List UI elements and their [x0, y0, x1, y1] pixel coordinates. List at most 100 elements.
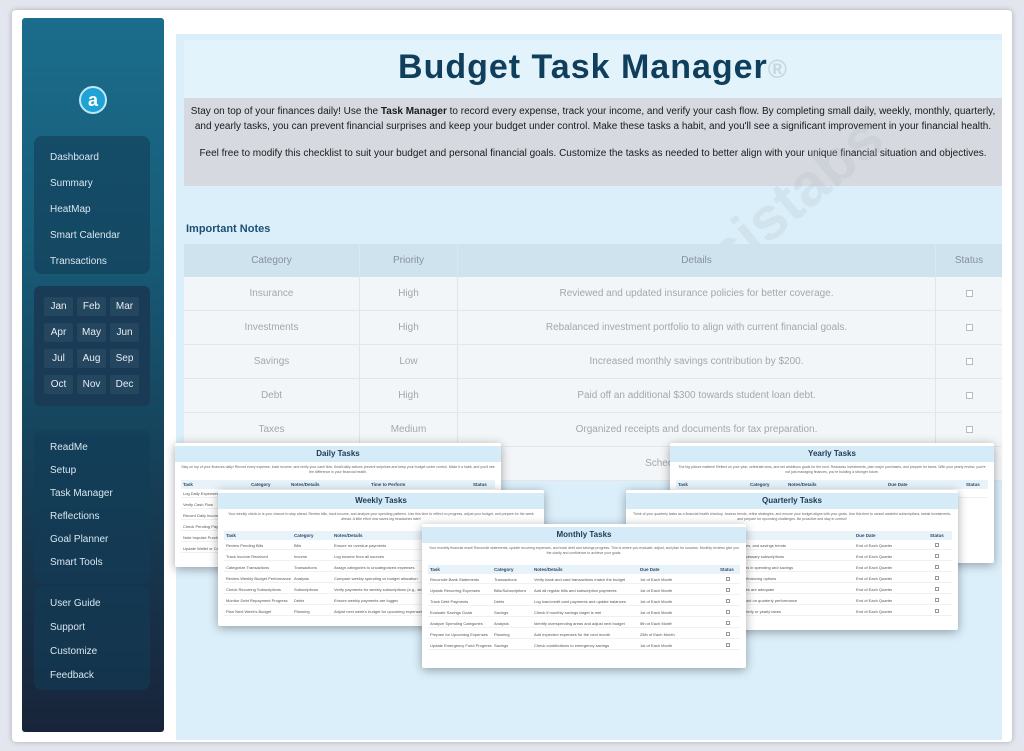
col-task: Task: [226, 533, 236, 538]
task-category: Planning: [494, 632, 510, 637]
col-due: Due Date: [856, 533, 876, 538]
task-name: Track Debt Payments: [430, 599, 469, 604]
month-aug[interactable]: Aug: [77, 349, 106, 368]
nav-user-guide[interactable]: User Guide: [50, 598, 101, 609]
nav-heatmap[interactable]: HeatMap: [50, 204, 91, 215]
main-nav: Dashboard Summary HeatMap Smart Calendar…: [34, 136, 150, 274]
status-checkbox[interactable]: [726, 577, 730, 581]
list-item: Reconcile Bank Statements Transactions Ver…: [428, 575, 740, 584]
month-nov[interactable]: Nov: [77, 375, 106, 394]
task-name: Check Pending Pay: [183, 524, 219, 529]
cell-details: Paid off an additional $300 towards stud…: [458, 379, 936, 412]
month-oct[interactable]: Oct: [44, 375, 73, 394]
nav-feedback[interactable]: Feedback: [50, 670, 94, 681]
cell-category: Investments: [184, 311, 360, 344]
yearly-tasks-desc: The big picture matters! Reflect on your…: [678, 465, 986, 474]
nav-reflections[interactable]: Reflections: [50, 511, 99, 522]
nav-dashboard[interactable]: Dashboard: [50, 152, 99, 163]
status-checkbox[interactable]: [935, 598, 939, 602]
col-priority: Priority: [360, 244, 458, 277]
status-checkbox[interactable]: [726, 599, 730, 603]
task-category: Debts: [294, 598, 305, 603]
nav-task-manager[interactable]: Task Manager: [50, 488, 113, 499]
status-checkbox[interactable]: [726, 610, 730, 614]
status-cell: [936, 311, 1002, 344]
task-name: Update Emergency Fund Progress: [430, 643, 492, 648]
status-checkbox[interactable]: [935, 554, 939, 558]
task-name: Record Daily Income: [183, 513, 221, 518]
status-checkbox[interactable]: [965, 358, 973, 365]
task-notes: Add all regular bills and subscription p…: [534, 588, 617, 593]
status-checkbox[interactable]: [935, 576, 939, 580]
table-row: Savings Low Increased monthly savings co…: [184, 345, 1002, 379]
col-due: Due Date: [888, 482, 908, 487]
status-checkbox[interactable]: [965, 392, 973, 399]
month-may[interactable]: May: [77, 323, 106, 342]
nav-setup[interactable]: Setup: [50, 465, 76, 476]
status-checkbox[interactable]: [726, 643, 730, 647]
task-name: Analyze Spending Categories: [430, 621, 483, 626]
nav-summary[interactable]: Summary: [50, 178, 93, 189]
status-checkbox[interactable]: [965, 324, 973, 331]
logo-icon[interactable]: a: [79, 86, 107, 114]
month-jun[interactable]: Jun: [110, 323, 139, 342]
task-notes: Assign categories to uncategorized expen…: [334, 565, 415, 570]
task-category: Subscriptions: [294, 587, 319, 592]
status-checkbox[interactable]: [935, 565, 939, 569]
col-category: Category: [294, 533, 314, 538]
task-due: End of Each Quarter: [856, 554, 893, 559]
task-category: Transactions: [294, 565, 317, 570]
col-notes: Notes/Details: [534, 567, 563, 572]
task-category: Savings: [494, 643, 509, 648]
col-status: Status: [954, 255, 984, 266]
nav-customize[interactable]: Customize: [50, 646, 97, 657]
nav-support[interactable]: Support: [50, 622, 85, 633]
nav-transactions[interactable]: Transactions: [50, 256, 107, 267]
month-apr[interactable]: Apr: [44, 323, 73, 342]
month-grid: Jan Feb Mar Apr May Jun Jul Aug Sep Oct …: [34, 286, 150, 406]
tools-nav: ReadMe Setup Task Manager Reflections Go…: [34, 430, 150, 584]
task-category: Savings: [494, 610, 509, 615]
table-row: Investments High Rebalanced investment p…: [184, 311, 1002, 345]
status-checkbox[interactable]: [726, 588, 730, 592]
month-sep[interactable]: Sep: [110, 349, 139, 368]
nav-goal-planner[interactable]: Goal Planner: [50, 534, 108, 545]
nav-smart-calendar[interactable]: Smart Calendar: [50, 230, 120, 241]
cell-priority: Medium: [360, 413, 458, 446]
status-checkbox[interactable]: [965, 290, 973, 297]
task-name: Reconcile Bank Statements: [430, 577, 480, 582]
trademark-symbol: ®: [767, 54, 788, 84]
month-jan[interactable]: Jan: [44, 297, 73, 316]
task-notes: Log loan/credit card payments and update…: [534, 599, 626, 604]
yearly-tasks-header: Task Category Notes/Details Due Date Sta…: [676, 480, 988, 489]
status-checkbox[interactable]: [726, 621, 730, 625]
list-item: Analyze Spending Categories Analysis Ident…: [428, 619, 740, 628]
month-mar[interactable]: Mar: [110, 297, 139, 316]
task-notes: Check contributions to emergency savings: [534, 643, 610, 648]
status-checkbox[interactable]: [965, 426, 973, 433]
status-checkbox[interactable]: [935, 587, 939, 591]
nav-smart-tools[interactable]: Smart Tools: [50, 557, 103, 568]
status-checkbox[interactable]: [726, 632, 730, 636]
month-jul[interactable]: Jul: [44, 349, 73, 368]
task-due: End of Each Quarter: [856, 543, 893, 548]
cell-category: Savings: [184, 345, 360, 378]
col-task: Task: [678, 482, 688, 487]
intro-pre: Stay on top of your finances daily! Use …: [190, 106, 381, 117]
col-task: Task: [183, 482, 193, 487]
month-feb[interactable]: Feb: [77, 297, 106, 316]
notes-table-header: Category Priority Details Status: [184, 244, 1002, 277]
monthly-tasks-card: Monthly Tasks Your monthly financial res…: [422, 524, 746, 668]
nav-readme[interactable]: ReadMe: [50, 442, 88, 453]
help-nav: User Guide Support Customize Feedback: [34, 586, 150, 690]
task-name: Track Income Received: [226, 554, 268, 559]
task-category: Transactions: [494, 577, 517, 582]
task-due: 1st of Each Month: [640, 599, 673, 604]
monthly-tasks-title: Monthly Tasks: [422, 527, 746, 543]
month-dec[interactable]: Dec: [110, 375, 139, 394]
task-due: 25th of Each Month: [640, 632, 675, 637]
status-checkbox[interactable]: [935, 543, 939, 547]
table-row: Taxes Medium Organized receipts and docu…: [184, 413, 1002, 447]
task-name: Plan Next Week's Budget: [226, 609, 272, 614]
status-checkbox[interactable]: [935, 609, 939, 613]
